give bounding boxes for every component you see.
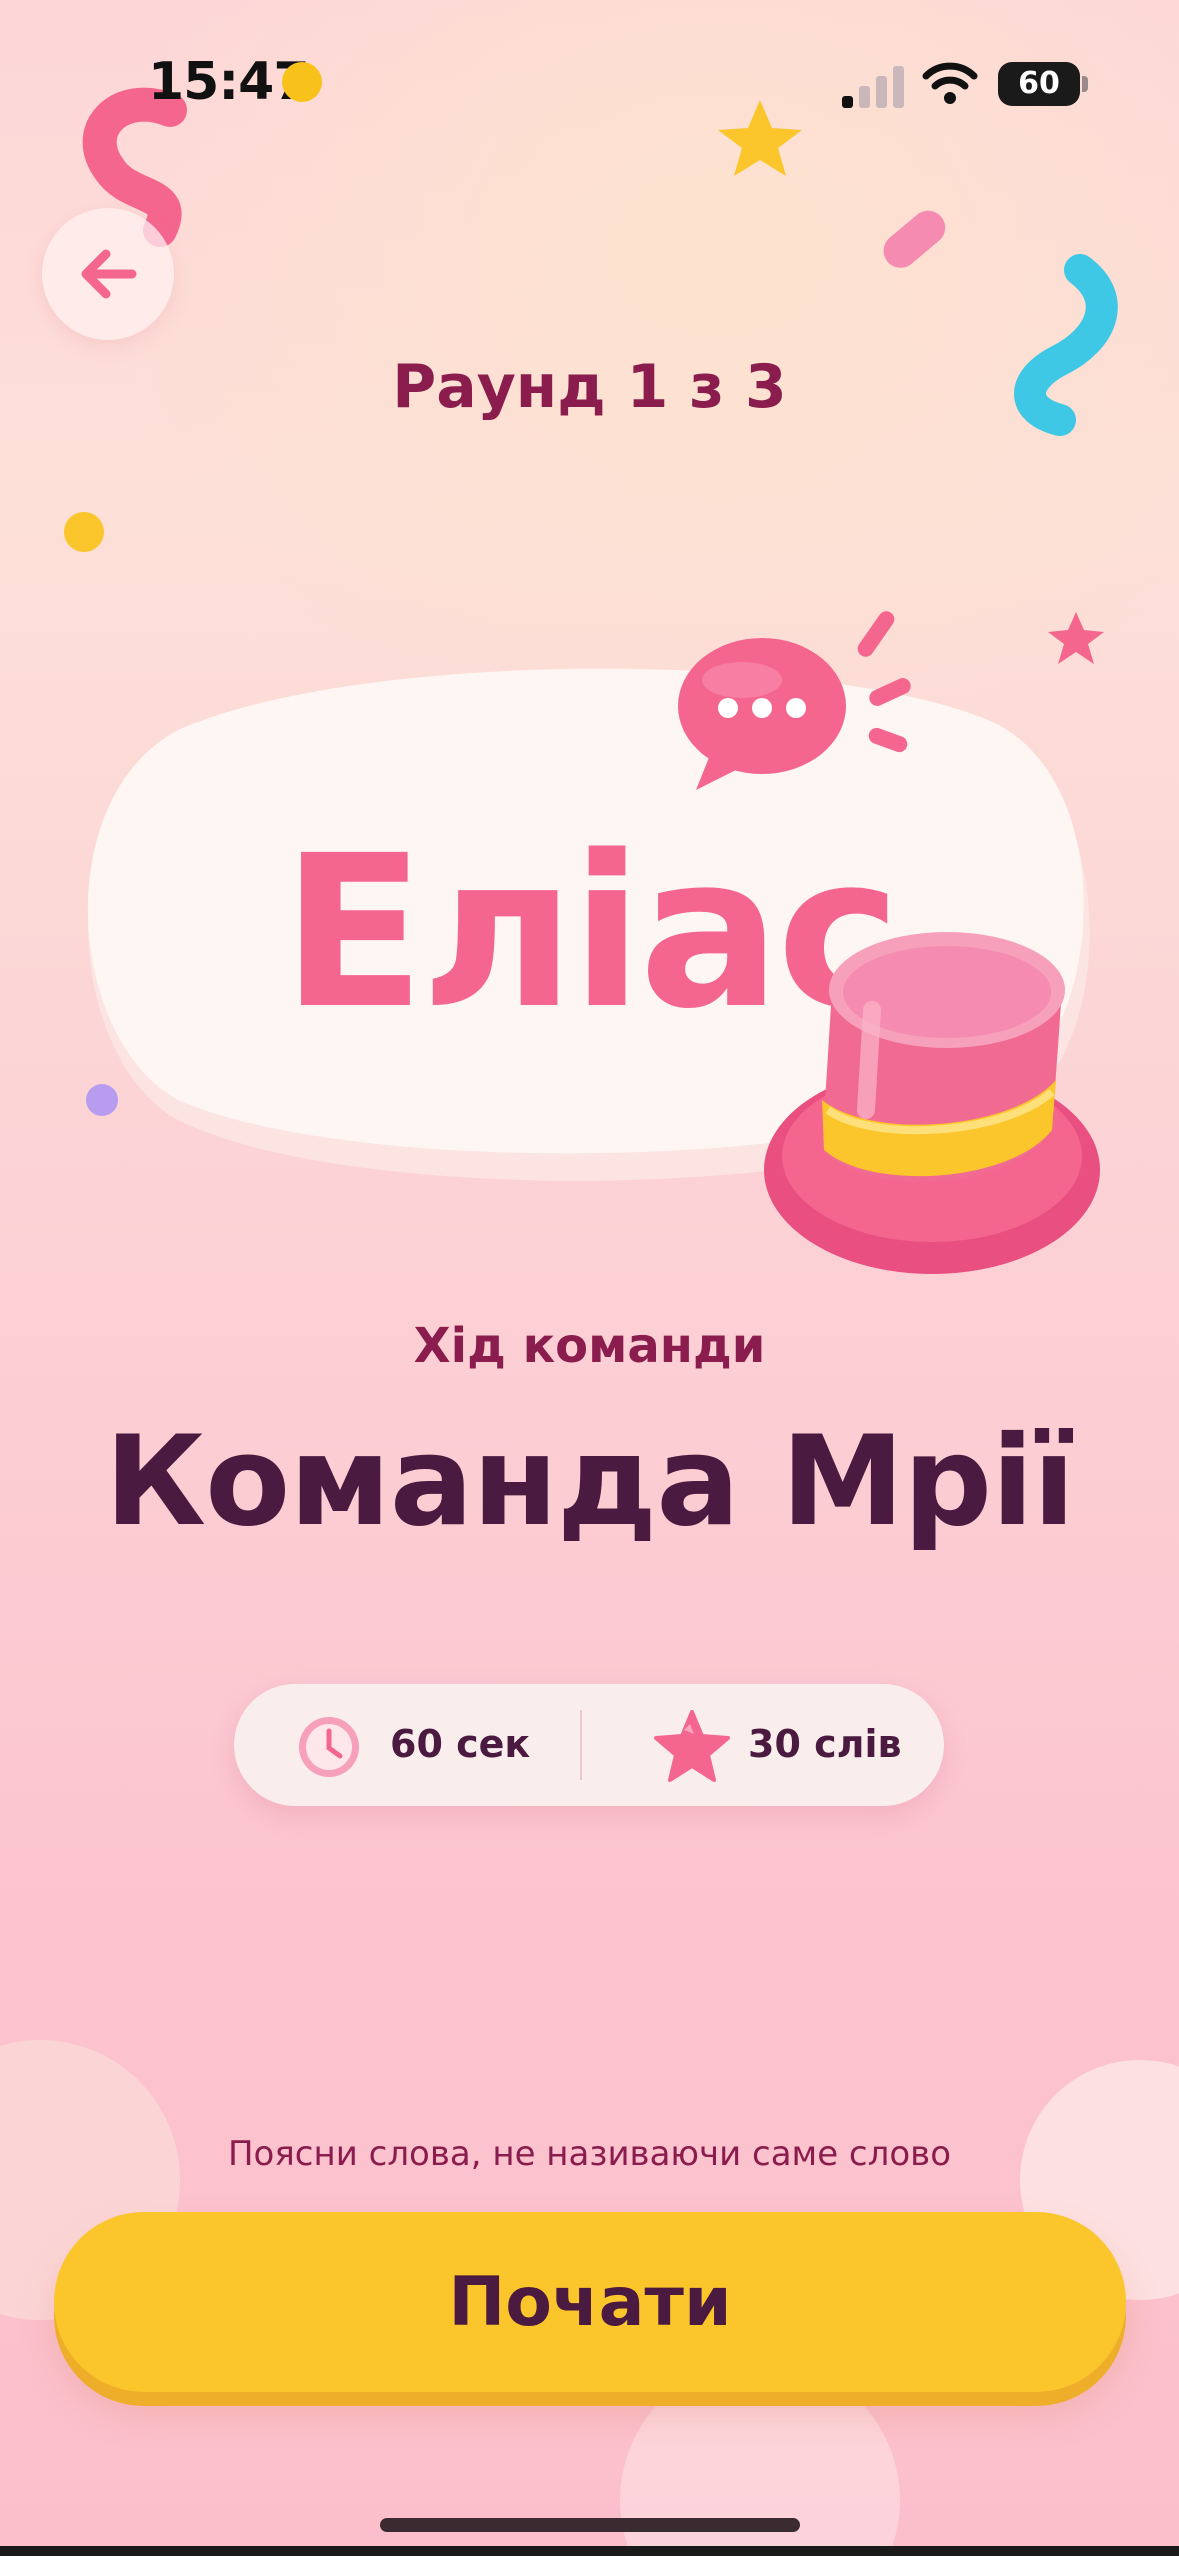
wifi-icon	[922, 62, 978, 104]
battery-cap	[1082, 76, 1088, 92]
chat-bubble-icon	[678, 611, 911, 790]
back-arrow-icon	[81, 249, 137, 299]
battery-level: 60	[1018, 66, 1060, 101]
top-hat-icon	[764, 932, 1100, 1274]
status-indicator-dot	[282, 62, 322, 102]
cellular-signal-icon	[842, 64, 906, 108]
pill-divider	[580, 1710, 582, 1780]
time-limit: 60 сек	[390, 1722, 531, 1766]
star-icon	[654, 1710, 730, 1782]
clock-icon	[299, 1717, 359, 1777]
hint-text: Поясни слова, не називаючи саме слово	[227, 2134, 951, 2174]
team-name: Команда Мрії	[104, 1410, 1075, 1554]
home-indicator[interactable]	[380, 2518, 800, 2532]
round-info-pill: 60 сек 30 слів	[234, 1684, 944, 1806]
back-button[interactable]	[42, 208, 174, 340]
word-count: 30 слів	[748, 1722, 902, 1766]
battery-icon: 60	[998, 62, 1080, 106]
bottom-edge	[0, 2546, 1179, 2556]
round-indicator: Раунд 1 з 3	[392, 352, 787, 422]
start-button[interactable]: Почати	[54, 2212, 1126, 2392]
start-button-label: Почати	[448, 2262, 732, 2342]
turn-label: Хід команди	[413, 1318, 766, 1374]
